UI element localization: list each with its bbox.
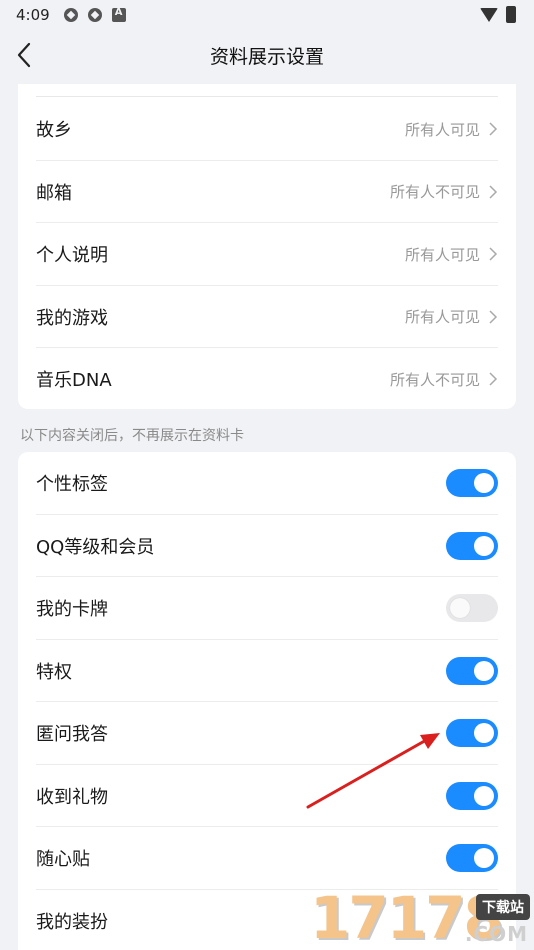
toggle-card: 个性标签 QQ等级和会员 我的卡牌 特权 匿问我答 收到礼物 随心贴 我的装扮 bbox=[18, 452, 516, 950]
setting-label: 我的装扮 bbox=[36, 911, 108, 933]
toggle-switch[interactable] bbox=[446, 844, 498, 873]
back-button[interactable] bbox=[10, 40, 40, 70]
toggle-knob bbox=[450, 598, 470, 619]
setting-row-personal-note[interactable]: 个人说明 所有人可见 bbox=[18, 223, 516, 286]
toggle-knob bbox=[474, 535, 494, 556]
wifi-icon bbox=[480, 7, 498, 22]
toggle-switch[interactable] bbox=[446, 469, 498, 498]
setting-label: 音乐DNA bbox=[36, 370, 112, 392]
toggle-switch[interactable] bbox=[446, 594, 498, 623]
visibility-value: 所有人可见 bbox=[404, 245, 480, 264]
visibility-value: 所有人可见 bbox=[404, 308, 480, 327]
toggle-row-personal-tags: 个性标签 bbox=[18, 452, 516, 515]
status-indicators bbox=[480, 6, 516, 23]
setting-row-music-dna[interactable]: 音乐DNA 所有人不可见 bbox=[18, 348, 516, 409]
toggle-knob bbox=[474, 785, 494, 806]
visibility-card: 故乡 所有人可见 邮箱 所有人不可见 个人说明 所有人可见 我的游戏 所有人可见… bbox=[18, 84, 516, 409]
status-time: 4:09 bbox=[16, 6, 50, 24]
chevron-right-icon bbox=[489, 247, 498, 261]
setting-label: 收到礼物 bbox=[36, 786, 108, 808]
toggle-row-gifts: 收到礼物 bbox=[18, 765, 516, 827]
toggle-switch[interactable] bbox=[446, 719, 498, 748]
battery-icon bbox=[506, 6, 516, 23]
toggle-knob bbox=[474, 848, 494, 869]
app-notification-icon bbox=[87, 8, 102, 22]
setting-row-hometown[interactable]: 故乡 所有人可见 bbox=[18, 98, 516, 161]
setting-label: 特权 bbox=[36, 661, 72, 683]
status-bar: 4:09 bbox=[0, 0, 534, 30]
app-notification-icon bbox=[63, 8, 78, 22]
visibility-value: 所有人不可见 bbox=[389, 183, 480, 202]
toggle-row-stickers: 随心贴 bbox=[18, 827, 516, 890]
nav-header: 资料展示设置 bbox=[0, 30, 534, 80]
toggle-row-anonymous-qa: 匿问我答 bbox=[18, 702, 516, 765]
setting-label: 个性标签 bbox=[36, 474, 108, 496]
setting-label: QQ等级和会员 bbox=[36, 536, 155, 558]
chevron-left-icon bbox=[17, 42, 31, 68]
setting-label: 随心贴 bbox=[36, 849, 90, 871]
setting-label: 个人说明 bbox=[36, 245, 108, 267]
toggle-row-qq-level: QQ等级和会员 bbox=[18, 515, 516, 577]
setting-label: 邮箱 bbox=[36, 182, 72, 204]
setting-label: 匿问我答 bbox=[36, 724, 108, 746]
toggle-row-privileges: 特权 bbox=[18, 640, 516, 702]
a-notification-icon bbox=[111, 7, 126, 22]
toggle-row-my-outfit: 我的装扮 bbox=[18, 890, 516, 950]
toggle-knob bbox=[474, 723, 494, 744]
visibility-value: 所有人不可见 bbox=[389, 370, 480, 389]
setting-label: 我的游戏 bbox=[36, 307, 108, 329]
setting-row-email[interactable]: 邮箱 所有人不可见 bbox=[18, 161, 516, 223]
chevron-right-icon bbox=[489, 310, 498, 324]
section-note: 以下内容关闭后，不再展示在资料卡 bbox=[20, 428, 244, 444]
visibility-value: 所有人可见 bbox=[404, 120, 480, 139]
page-title: 资料展示设置 bbox=[209, 45, 324, 68]
divider bbox=[36, 96, 498, 97]
setting-row-my-games[interactable]: 我的游戏 所有人可见 bbox=[18, 286, 516, 348]
toggle-switch[interactable] bbox=[446, 531, 498, 560]
toggle-knob bbox=[474, 660, 494, 681]
toggle-knob bbox=[474, 473, 494, 494]
chevron-right-icon bbox=[489, 185, 498, 199]
setting-label: 故乡 bbox=[36, 120, 72, 142]
setting-label: 我的卡牌 bbox=[36, 599, 108, 621]
chevron-right-icon bbox=[489, 372, 498, 386]
toggle-switch[interactable] bbox=[446, 781, 498, 810]
toggle-switch[interactable] bbox=[446, 656, 498, 685]
toggle-row-my-cards: 我的卡牌 bbox=[18, 577, 516, 640]
chevron-right-icon bbox=[489, 122, 498, 136]
